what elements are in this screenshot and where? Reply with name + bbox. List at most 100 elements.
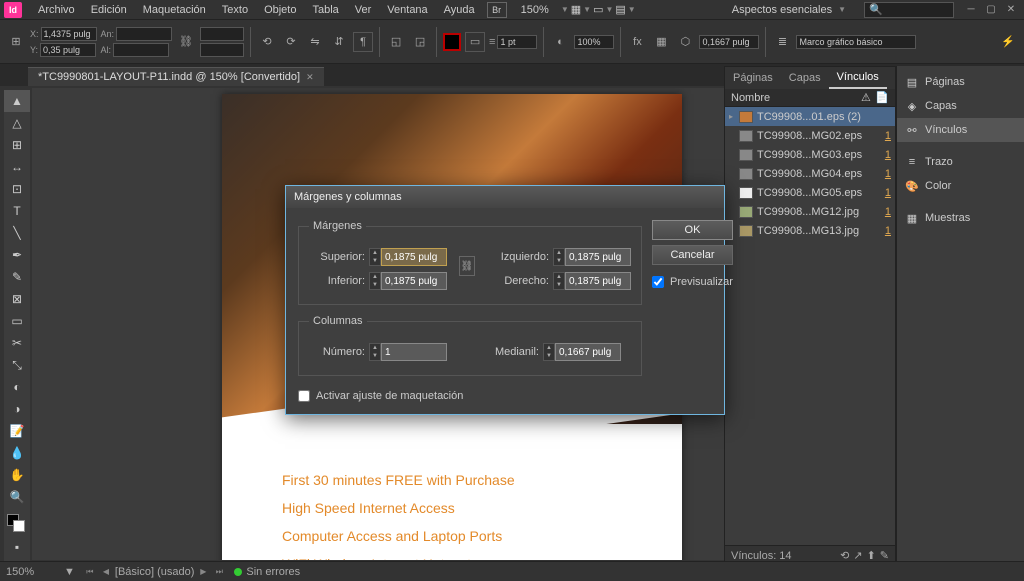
- first-page-icon[interactable]: ⏮: [83, 565, 97, 579]
- panel-color[interactable]: 🎨Color: [897, 174, 1024, 198]
- type-tool[interactable]: T: [4, 200, 30, 222]
- page-tool[interactable]: ⊞: [4, 134, 30, 156]
- arrow-down-icon[interactable]: ▼: [554, 281, 564, 289]
- opacity-field[interactable]: [574, 35, 614, 49]
- select-content-icon[interactable]: ◲: [410, 32, 430, 52]
- menu-file[interactable]: Archivo: [30, 2, 83, 18]
- select-container-icon[interactable]: ◱: [386, 32, 406, 52]
- chevron-down-icon[interactable]: ▼: [581, 5, 593, 14]
- gutter-field[interactable]: [699, 35, 759, 49]
- lightning-icon[interactable]: ⚡: [998, 32, 1018, 52]
- menu-table[interactable]: Tabla: [304, 2, 346, 18]
- tab-pages[interactable]: Páginas: [725, 68, 781, 88]
- links-header-name[interactable]: Nombre: [731, 92, 861, 104]
- preflight-status[interactable]: Sin errores: [234, 566, 300, 578]
- gutter-input[interactable]: [555, 343, 621, 361]
- margin-bottom-input[interactable]: [381, 272, 447, 290]
- object-style-field[interactable]: [796, 35, 916, 49]
- corners-icon[interactable]: ⬡: [675, 32, 695, 52]
- view-options-icon[interactable]: ▦: [571, 3, 581, 16]
- note-tool[interactable]: 📝: [4, 420, 30, 442]
- screen-mode-icon[interactable]: ▭: [593, 3, 603, 16]
- rectangle-tool[interactable]: ▭: [4, 310, 30, 332]
- rectangle-frame-tool[interactable]: ⊠: [4, 288, 30, 310]
- arrow-up-icon[interactable]: ▲: [370, 249, 380, 257]
- arrow-down-icon[interactable]: ▼: [370, 281, 380, 289]
- cancel-button[interactable]: Cancelar: [652, 245, 733, 265]
- menu-help[interactable]: Ayuda: [436, 2, 483, 18]
- arrow-up-icon[interactable]: ▲: [554, 273, 564, 281]
- panel-layers[interactable]: ◈Capas: [897, 94, 1024, 118]
- chevron-down-icon[interactable]: ▼: [559, 5, 571, 14]
- reference-point-icon[interactable]: ⊞: [6, 32, 26, 52]
- hand-tool[interactable]: ✋: [4, 464, 30, 486]
- effects-icon[interactable]: fx: [627, 32, 647, 52]
- gap-tool[interactable]: ↔: [4, 156, 30, 178]
- link-margins-icon[interactable]: ⛓: [459, 256, 475, 276]
- link-row[interactable]: TC99908...MG02.eps1: [725, 126, 895, 145]
- flip-h-icon[interactable]: ⇋: [305, 32, 325, 52]
- apply-color-icon[interactable]: ▪: [4, 536, 30, 558]
- workspace-switcher[interactable]: Aspectos esenciales▼: [724, 2, 856, 18]
- link-row[interactable]: TC99908...MG12.jpg1: [725, 202, 895, 221]
- tab-layers[interactable]: Capas: [781, 68, 829, 88]
- line-tool[interactable]: ╲: [4, 222, 30, 244]
- link-row[interactable]: ▸TC99908...01.eps (2): [725, 107, 895, 126]
- pen-tool[interactable]: ✒: [4, 244, 30, 266]
- fill-stroke-swatch[interactable]: [4, 512, 30, 536]
- arrange-icon[interactable]: ▤: [615, 3, 625, 16]
- menu-edit[interactable]: Edición: [83, 2, 135, 18]
- page-indicator[interactable]: [Básico] (usado): [115, 566, 194, 578]
- layout-adjust-check[interactable]: [298, 390, 310, 402]
- menu-window[interactable]: Ventana: [379, 2, 435, 18]
- search-input[interactable]: 🔍: [864, 2, 954, 18]
- w-field[interactable]: [116, 27, 172, 41]
- x-field[interactable]: [41, 27, 97, 41]
- arrow-down-icon[interactable]: ▼: [554, 257, 564, 265]
- rotate-ccw-icon[interactable]: ⟳: [281, 32, 301, 52]
- margin-top-input[interactable]: [381, 248, 447, 266]
- link-row[interactable]: TC99908...MG05.eps1: [725, 183, 895, 202]
- panel-swatches[interactable]: ▦Muestras: [897, 206, 1024, 230]
- chevron-down-icon[interactable]: ▼: [603, 5, 615, 14]
- link-row[interactable]: TC99908...MG13.jpg1: [725, 221, 895, 240]
- fill-icon[interactable]: [443, 33, 461, 51]
- close-button[interactable]: ✕: [1002, 3, 1020, 17]
- document-tab[interactable]: *TC9990801-LAYOUT-P11.indd @ 150% [Conve…: [28, 67, 324, 86]
- status-zoom[interactable]: 150%: [6, 566, 56, 578]
- margin-right-input[interactable]: [565, 272, 631, 290]
- bridge-icon[interactable]: Br: [487, 2, 507, 18]
- zoom-tool[interactable]: 🔍: [4, 486, 30, 508]
- text-wrap-icon[interactable]: ▦: [651, 32, 671, 52]
- arrow-up-icon[interactable]: ▲: [370, 344, 380, 352]
- panel-links[interactable]: ⚯Vínculos: [897, 118, 1024, 142]
- paragraph-icon[interactable]: ¶: [353, 32, 373, 52]
- last-page-icon[interactable]: ⏭: [212, 565, 226, 579]
- panel-stroke[interactable]: ≡Trazo: [897, 150, 1024, 174]
- chevron-down-icon[interactable]: ▼: [626, 5, 638, 14]
- stroke-icon[interactable]: ▭: [465, 32, 485, 52]
- margin-left-input[interactable]: [565, 248, 631, 266]
- menu-view[interactable]: Ver: [347, 2, 380, 18]
- gradient-feather-tool[interactable]: ◑: [4, 398, 30, 420]
- selection-tool[interactable]: ▲: [4, 90, 30, 112]
- direct-selection-tool[interactable]: △: [4, 112, 30, 134]
- layout-adjust-checkbox[interactable]: Activar ajuste de maquetación: [298, 390, 642, 402]
- prev-page-icon[interactable]: ◀: [99, 565, 113, 579]
- align-icon[interactable]: ≣: [772, 32, 792, 52]
- arrow-up-icon[interactable]: ▲: [370, 273, 380, 281]
- scalex-field[interactable]: [200, 27, 244, 41]
- link-row[interactable]: TC99908...MG03.eps1: [725, 145, 895, 164]
- eyedropper-tool[interactable]: 💧: [4, 442, 30, 464]
- opacity-icon[interactable]: ◐: [550, 32, 570, 52]
- link-row[interactable]: TC99908...MG04.eps1: [725, 164, 895, 183]
- menu-layout[interactable]: Maquetación: [135, 2, 214, 18]
- tab-links[interactable]: Vínculos: [829, 67, 887, 89]
- free-transform-tool[interactable]: ⤡: [4, 354, 30, 376]
- arrow-down-icon[interactable]: ▼: [544, 352, 554, 360]
- maximize-button[interactable]: ▢: [982, 3, 1000, 17]
- ok-button[interactable]: OK: [652, 220, 733, 240]
- constrain-icon[interactable]: ⛓: [176, 32, 196, 52]
- panel-pages[interactable]: ▤Páginas: [897, 70, 1024, 94]
- zoom-level[interactable]: 150%: [515, 2, 555, 18]
